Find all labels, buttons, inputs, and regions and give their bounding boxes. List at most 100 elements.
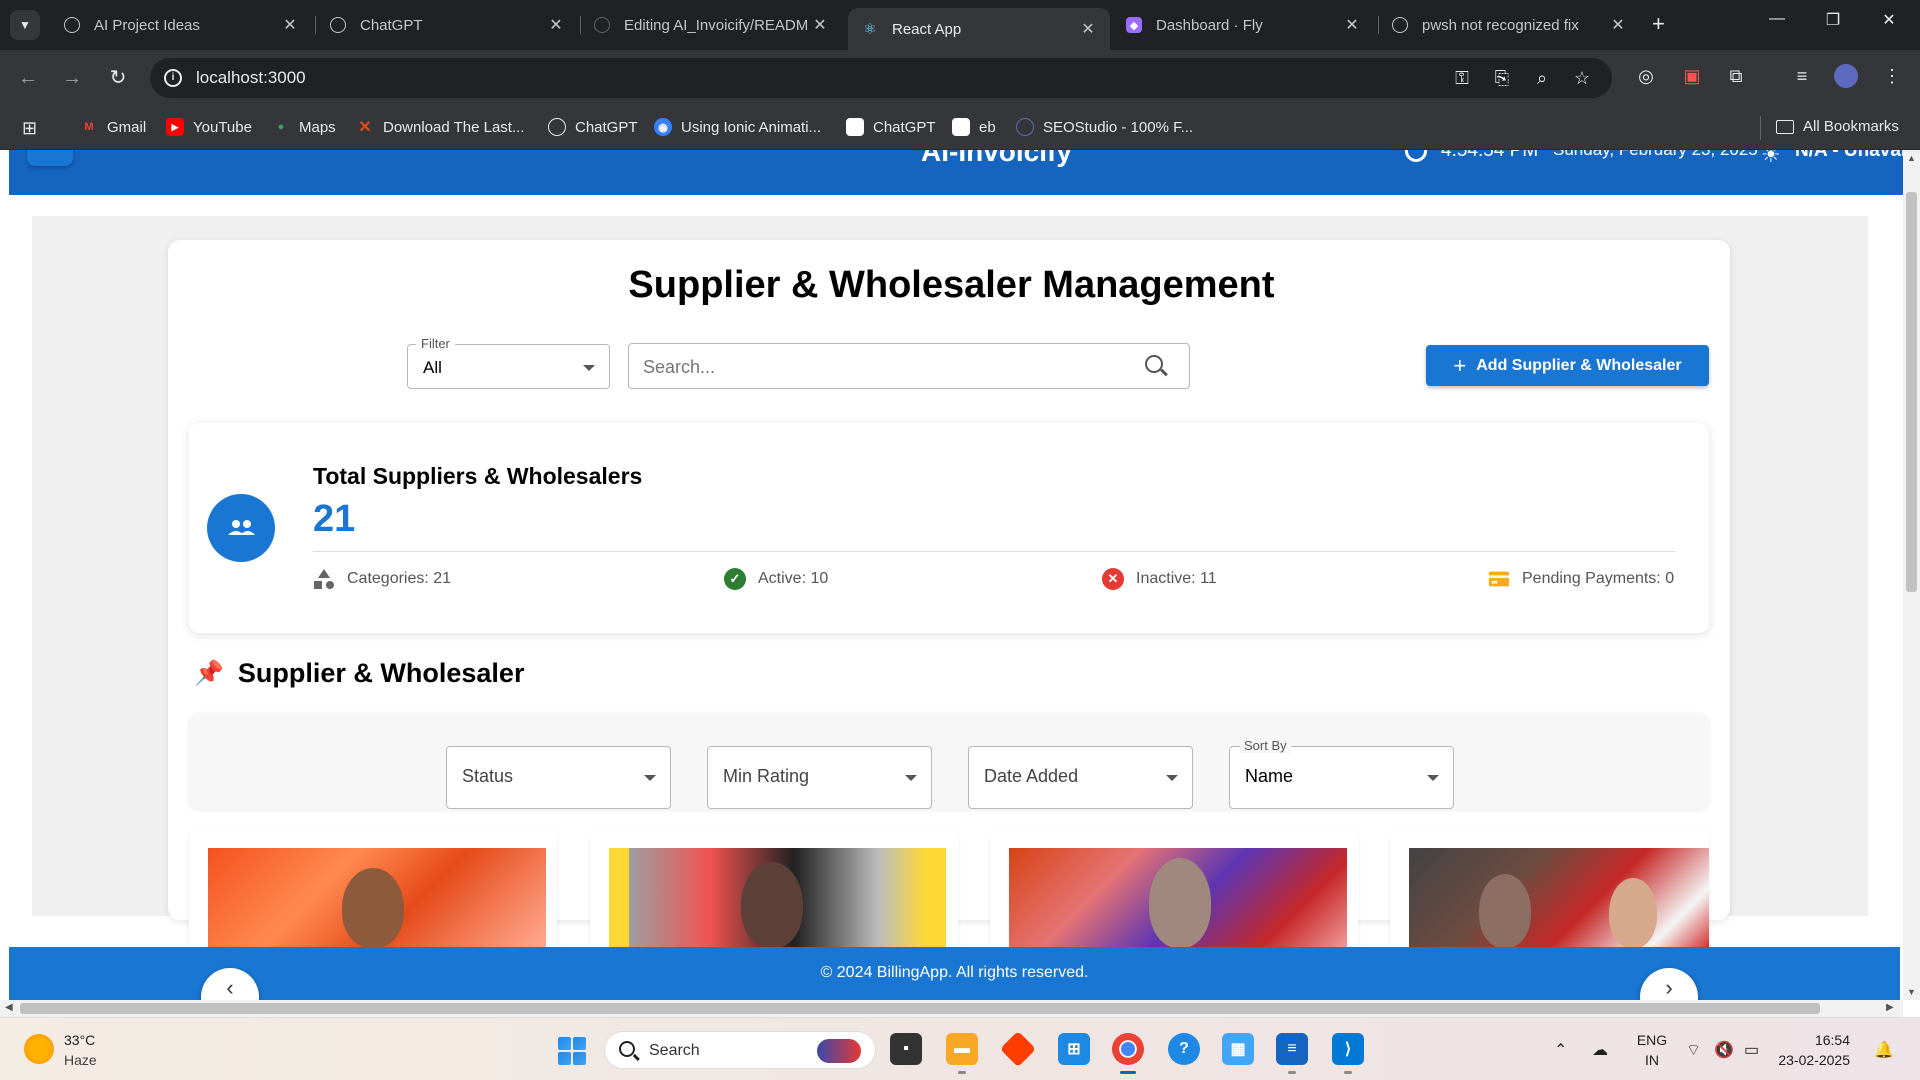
bookmark-chatgpt-1[interactable]: ChatGPT bbox=[548, 118, 638, 136]
close-icon[interactable]: ✕ bbox=[280, 15, 300, 35]
profile-avatar[interactable] bbox=[1834, 64, 1858, 88]
weather-sun-icon[interactable] bbox=[24, 1034, 54, 1064]
bookmark-gmail[interactable]: M Gmail bbox=[80, 118, 146, 136]
bookmark-label: YouTube bbox=[193, 118, 252, 136]
speaker-muted-icon[interactable]: 🔇 bbox=[1714, 1040, 1734, 1060]
date-added-select[interactable]: Date Added bbox=[968, 746, 1193, 809]
scroll-up-icon[interactable]: ▲ bbox=[1907, 153, 1916, 163]
check-circle-icon: ✓ bbox=[724, 568, 746, 590]
task-view-icon[interactable]: ▪ bbox=[890, 1033, 922, 1065]
header-time: 4:54:54 PM bbox=[1441, 150, 1539, 161]
tab-title: AI Project Ideas bbox=[94, 16, 200, 34]
bookmarks-divider bbox=[1760, 116, 1761, 140]
search-icon[interactable] bbox=[1145, 355, 1163, 373]
search-field[interactable] bbox=[628, 343, 1190, 389]
password-key-icon[interactable]: ⚿ bbox=[1450, 68, 1474, 89]
bookmark-ionic[interactable]: ◉ Using Ionic Animati... bbox=[654, 118, 821, 136]
kebab-menu-icon[interactable]: ⋮ bbox=[1880, 66, 1904, 87]
show-hidden-icons-chevron-icon[interactable]: ⌃ bbox=[1554, 1040, 1567, 1060]
vscode-icon[interactable]: ⟩ bbox=[1332, 1033, 1364, 1074]
close-icon[interactable]: ✕ bbox=[1608, 15, 1628, 35]
chevron-down-icon bbox=[583, 365, 595, 371]
back-arrow-icon[interactable]: ← bbox=[14, 64, 42, 92]
weather-temperature[interactable]: 33°C bbox=[64, 1032, 95, 1048]
bookmark-eb[interactable]: eb bbox=[952, 118, 996, 136]
app-title: AI-Invoicify bbox=[921, 150, 1072, 167]
all-bookmarks[interactable]: All Bookmarks bbox=[1776, 118, 1899, 135]
window-close-icon[interactable]: ✕ bbox=[1866, 10, 1912, 30]
forward-arrow-icon[interactable]: → bbox=[58, 64, 86, 92]
add-supplier-button[interactable]: + Add Supplier & Wholesaler bbox=[1426, 345, 1709, 386]
tab-react-app[interactable]: ⚛ React App ✕ bbox=[848, 8, 1110, 50]
status-select[interactable]: Status bbox=[446, 746, 671, 809]
battery-icon[interactable]: ▭ bbox=[1744, 1040, 1759, 1060]
tab-chatgpt[interactable]: ChatGPT ✕ bbox=[316, 8, 578, 42]
vertical-scrollbar[interactable]: ▲ ▼ bbox=[1903, 150, 1920, 1000]
address-bar[interactable]: i localhost:3000 ⚿ ⎘ ⌕ ☆ bbox=[150, 58, 1612, 98]
bookmark-download-the-last[interactable]: ✕ Download The Last... bbox=[356, 118, 524, 137]
minimize-icon[interactable]: — bbox=[1754, 10, 1800, 28]
chrome-icon[interactable] bbox=[1112, 1033, 1144, 1074]
bookmark-chatgpt-2[interactable]: ChatGPT bbox=[846, 118, 936, 136]
sort-by-select[interactable]: Sort By Name bbox=[1229, 738, 1454, 809]
microsoft-store-icon[interactable]: ⊞ bbox=[1058, 1033, 1090, 1065]
footer-text: © 2024 BillingApp. All rights reserved. bbox=[820, 964, 1089, 981]
media-control-icon[interactable]: ≡ bbox=[1790, 66, 1814, 87]
app-diamond-icon[interactable] bbox=[999, 1030, 1037, 1068]
taskbar-time[interactable]: 16:54 bbox=[1778, 1032, 1850, 1048]
language-in[interactable]: IN bbox=[1636, 1052, 1668, 1068]
maps-icon: ● bbox=[277, 121, 285, 133]
apps-grid-icon[interactable]: ⊞ bbox=[22, 118, 37, 139]
help-icon[interactable]: ? bbox=[1168, 1033, 1200, 1065]
scroll-right-icon[interactable]: ▶ bbox=[1886, 1002, 1894, 1013]
extension-circle-icon[interactable]: ◎ bbox=[1634, 66, 1658, 87]
bookmark-maps[interactable]: ● Maps bbox=[272, 118, 336, 136]
file-explorer-icon[interactable]: ▬ bbox=[946, 1033, 978, 1074]
tab-dashboard-fly[interactable]: ◆ Dashboard · Fly ✕ bbox=[1112, 8, 1374, 42]
url-text[interactable]: localhost:3000 bbox=[196, 68, 306, 88]
notepad-icon[interactable]: ≡ bbox=[1276, 1033, 1308, 1074]
close-icon[interactable]: ✕ bbox=[1342, 15, 1362, 35]
tab-title: Editing AI_Invoicify/READM bbox=[624, 16, 809, 34]
stats-card: Total Suppliers & Wholesalers 21 Categor… bbox=[189, 423, 1709, 633]
scroll-down-icon[interactable]: ▼ bbox=[1907, 987, 1916, 997]
language-eng[interactable]: ENG bbox=[1636, 1032, 1668, 1048]
weather-condition[interactable]: Haze bbox=[64, 1052, 97, 1068]
extensions-puzzle-icon[interactable]: ⧉ bbox=[1724, 66, 1748, 87]
search-input[interactable] bbox=[643, 354, 1123, 380]
install-app-icon[interactable]: ⎘ bbox=[1490, 68, 1514, 89]
close-icon[interactable]: ✕ bbox=[810, 15, 830, 35]
cancel-circle-icon: ✕ bbox=[1102, 568, 1124, 590]
menu-button[interactable] bbox=[27, 150, 73, 166]
horizontal-scroll-thumb[interactable] bbox=[20, 1003, 1820, 1014]
tab-search-chevron-icon[interactable]: ▼ bbox=[10, 10, 40, 40]
restore-icon[interactable]: ❐ bbox=[1810, 10, 1856, 30]
control-panel-icon[interactable]: ▦ bbox=[1222, 1033, 1254, 1065]
gmail-icon: M bbox=[84, 121, 94, 133]
close-icon[interactable]: ✕ bbox=[546, 15, 566, 35]
bookmark-youtube[interactable]: ▶ YouTube bbox=[166, 118, 252, 136]
horizontal-scrollbar[interactable]: ◀ ▶ bbox=[0, 1000, 1903, 1017]
bookmark-star-icon[interactable]: ☆ bbox=[1570, 68, 1594, 89]
tab-ai-project-ideas[interactable]: AI Project Ideas ✕ bbox=[50, 8, 312, 42]
section-title: 📌 Supplier & Wholesaler bbox=[194, 658, 524, 689]
extension-red-icon[interactable]: ▣ bbox=[1680, 66, 1704, 87]
bookmark-seostudio[interactable]: SEOStudio - 100% F... bbox=[1016, 118, 1193, 136]
windows-start-icon[interactable] bbox=[558, 1037, 586, 1065]
tab-editing-readme[interactable]: Editing AI_Invoicify/READM ✕ bbox=[580, 8, 842, 42]
zoom-icon[interactable]: ⌕ bbox=[1530, 68, 1554, 89]
tab-pwsh-fix[interactable]: pwsh not recognized fix ✕ bbox=[1378, 8, 1640, 42]
onedrive-icon[interactable]: ☁ bbox=[1592, 1040, 1608, 1060]
scroll-left-icon[interactable]: ◀ bbox=[5, 1002, 13, 1013]
taskbar-date[interactable]: 23-02-2025 bbox=[1778, 1052, 1850, 1068]
min-rating-select[interactable]: Min Rating bbox=[707, 746, 932, 809]
close-icon[interactable]: ✕ bbox=[1078, 19, 1098, 39]
taskbar-search[interactable]: Search bbox=[604, 1031, 876, 1069]
filter-select[interactable]: Filter All bbox=[407, 336, 610, 389]
vertical-scroll-thumb[interactable] bbox=[1906, 192, 1917, 592]
site-info-icon[interactable]: i bbox=[164, 69, 182, 87]
new-tab-plus-icon[interactable]: + bbox=[1652, 12, 1665, 36]
reload-icon[interactable]: ↻ bbox=[104, 64, 132, 92]
wifi-icon[interactable]: ⌔ bbox=[1686, 1040, 1701, 1060]
notification-bell-icon[interactable]: 🔔 bbox=[1874, 1040, 1894, 1060]
